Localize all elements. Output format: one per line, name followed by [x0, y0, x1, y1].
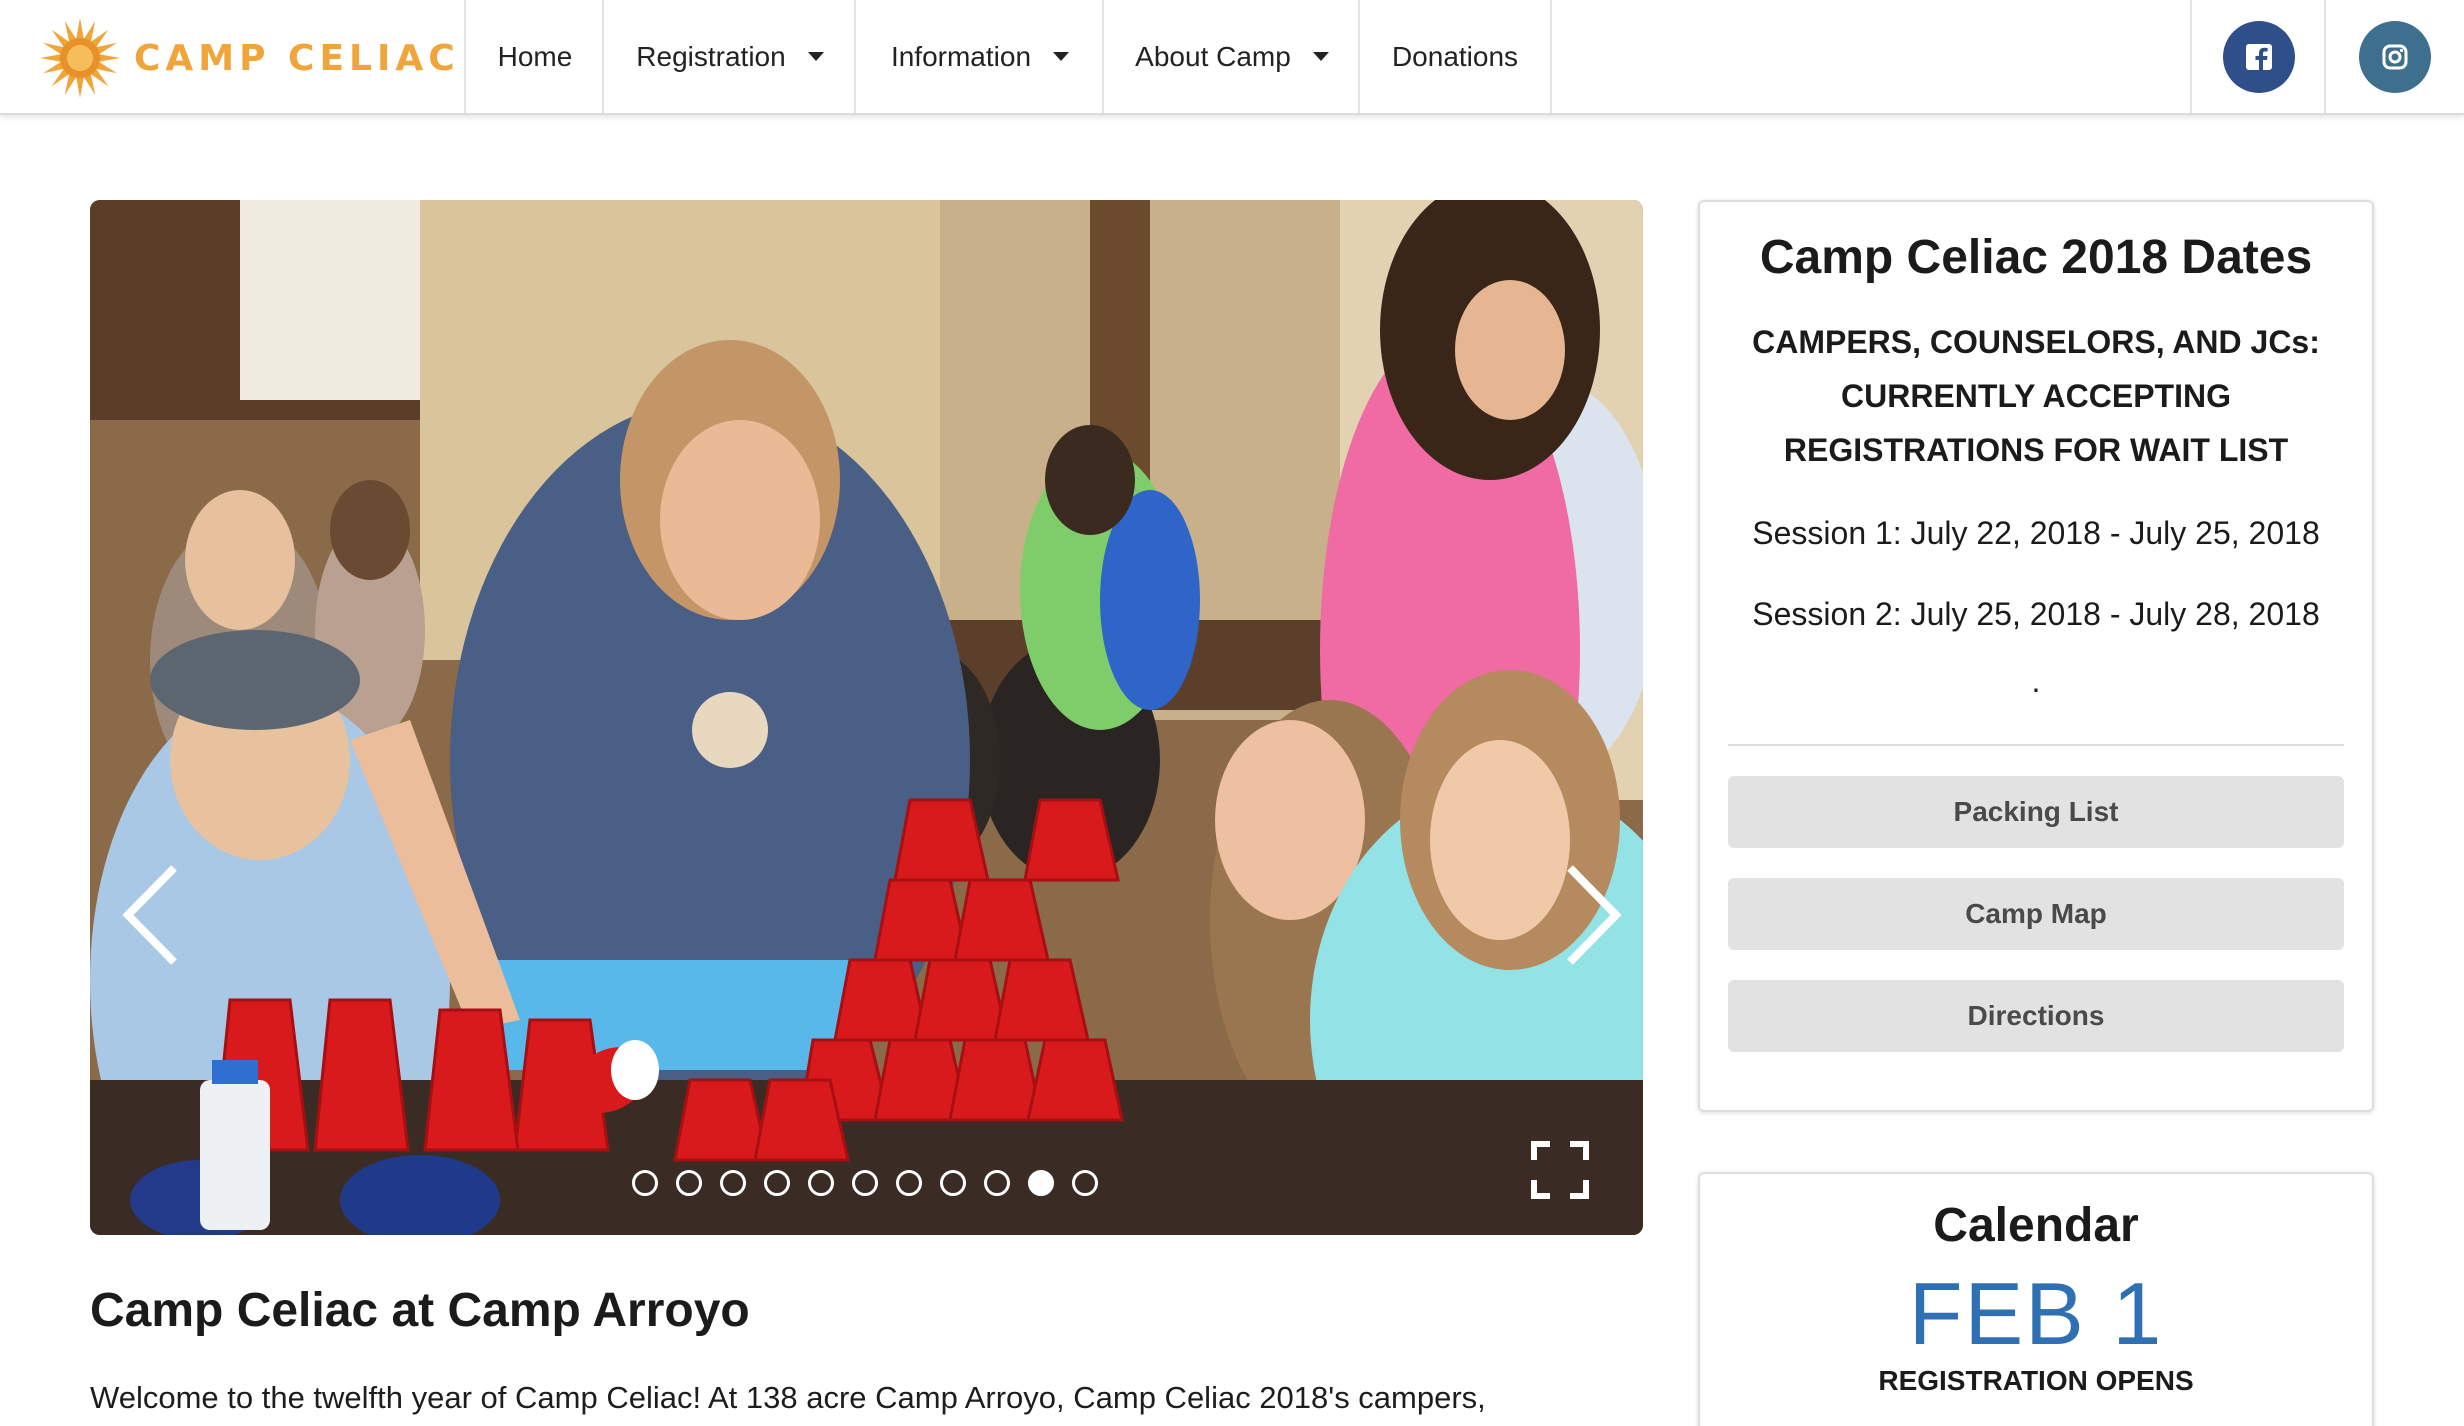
carousel-dot[interactable]	[852, 1170, 878, 1196]
chevron-right-icon[interactable]	[1558, 860, 1628, 970]
carousel-dot[interactable]	[676, 1170, 702, 1196]
article-intro-text: Welcome to the twelfth year of Camp Celi…	[90, 1380, 1486, 1415]
session-2-dates: Session 2: July 25, 2018 - July 28, 2018	[1752, 596, 2320, 632]
brand-name: CAMP CELIAC	[134, 37, 460, 79]
top-navigation: CAMP CELIAC Home Registration Informatio…	[0, 0, 2464, 115]
fullscreen-icon[interactable]	[1530, 1140, 1590, 1200]
trailing-period: .	[2031, 663, 2041, 699]
carousel-dot[interactable]	[896, 1170, 922, 1196]
dates-card-title: Camp Celiac 2018 Dates	[1759, 231, 2313, 284]
carousel-dot[interactable]	[808, 1170, 834, 1196]
camp-photo	[90, 200, 1643, 1235]
instagram-icon	[2359, 20, 2431, 93]
nav-registration-label: Registration	[636, 40, 786, 72]
photo-carousel[interactable]	[90, 200, 1643, 1235]
nav-donations[interactable]: Donations	[1358, 0, 1552, 113]
nav-donations-label: Donations	[1391, 40, 1519, 72]
nav-home-label: Home	[497, 40, 573, 72]
headline-line: CURRENTLY ACCEPTING	[1841, 378, 2231, 414]
divider	[1728, 744, 2344, 746]
registration-status-headline: CAMPERS, COUNSELORS, AND JCs: CURRENTLY …	[1700, 315, 2372, 477]
carousel-dot[interactable]	[940, 1170, 966, 1196]
session-1-dates: Session 1: July 22, 2018 - July 25, 2018	[1752, 515, 2320, 551]
headline-line: CAMPERS, COUNSELORS, AND JCs:	[1752, 324, 2320, 360]
headline-line: REGISTRATIONS FOR WAIT LIST	[1783, 432, 2289, 468]
sun-logo-icon	[40, 18, 120, 98]
facebook-icon	[2223, 20, 2295, 93]
carousel-dot[interactable]	[764, 1170, 790, 1196]
nav-about-camp-label: About Camp	[1135, 40, 1291, 72]
caret-down-icon	[807, 52, 824, 61]
nav-home[interactable]: Home	[464, 0, 604, 113]
chevron-left-icon[interactable]	[116, 860, 186, 970]
carousel-dot[interactable]	[1072, 1170, 1098, 1196]
carousel-dot[interactable]	[720, 1170, 746, 1196]
nav-information[interactable]: Information	[854, 0, 1104, 113]
caret-down-icon	[1053, 52, 1070, 61]
nav-about-camp[interactable]: About Camp	[1102, 0, 1360, 113]
packing-list-button[interactable]: Packing List	[1728, 776, 2344, 848]
carousel-dot[interactable]	[632, 1170, 658, 1196]
camp-dates-card: Camp Celiac 2018 Dates CAMPERS, COUNSELO…	[1698, 200, 2374, 1112]
directions-button[interactable]: Directions	[1728, 980, 2344, 1052]
carousel-dot-active[interactable]	[1028, 1170, 1054, 1196]
nav-information-label: Information	[890, 40, 1032, 72]
calendar-event-label[interactable]: REGISTRATION OPENS	[1700, 1365, 2372, 1397]
caret-down-icon	[1312, 52, 1329, 61]
calendar-title: Calendar	[1933, 1199, 2139, 1252]
camp-map-button[interactable]: Camp Map	[1728, 878, 2344, 950]
nav-registration[interactable]: Registration	[602, 0, 856, 113]
camp-celiac-logo[interactable]: CAMP CELIAC	[38, 18, 460, 98]
article-title: Camp Celiac at Camp Arroyo	[90, 1284, 750, 1337]
facebook-link[interactable]	[2190, 0, 2326, 113]
carousel-dot[interactable]	[984, 1170, 1010, 1196]
carousel-dots	[632, 1170, 1098, 1196]
calendar-event-date: FEB 1	[1908, 1264, 2164, 1363]
instagram-link[interactable]	[2324, 0, 2464, 113]
calendar-card: Calendar FEB 1 REGISTRATION OPENS	[1698, 1172, 2374, 1426]
